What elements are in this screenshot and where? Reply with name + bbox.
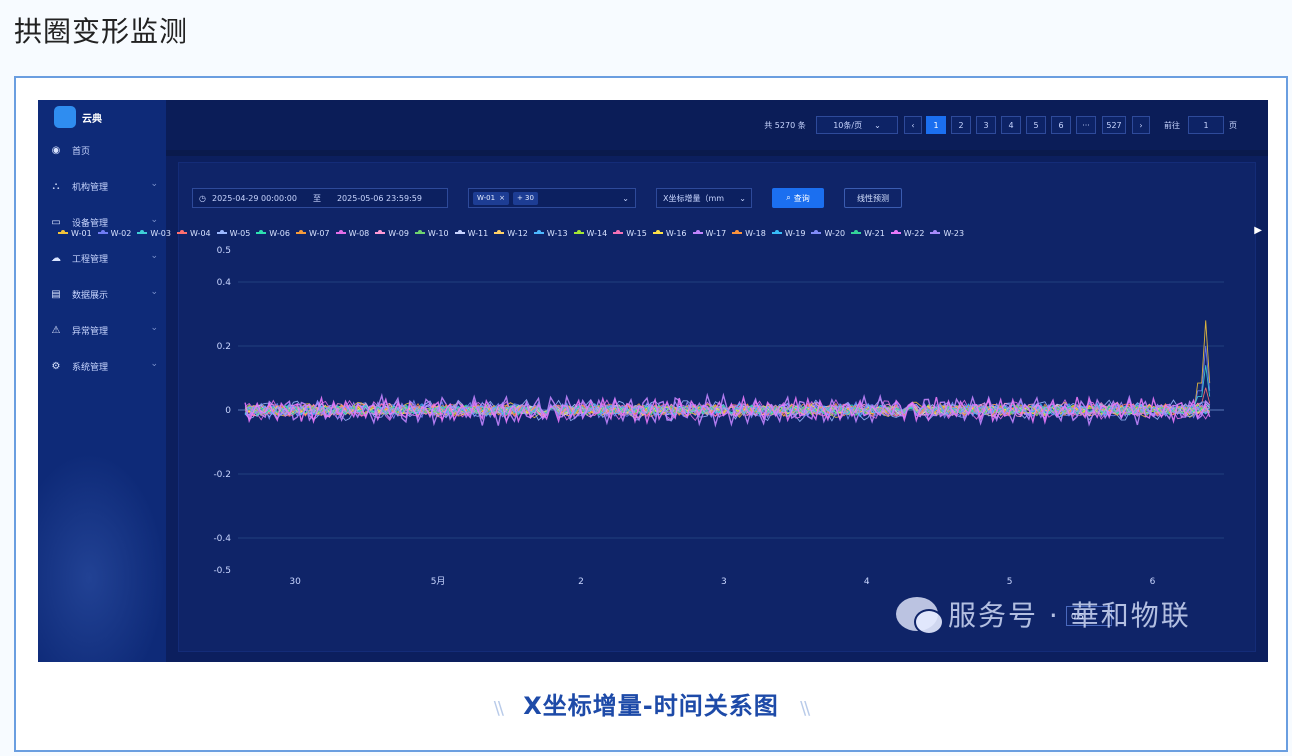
x-tick-label: 6: [1150, 577, 1156, 587]
article-title: 拱圈变形监测: [14, 15, 189, 48]
figure-frame: 云典 ◉ 首页 ⛬ 机构管理 ⌄ ▭ 设备管理 ⌄ ☁ 工程管理 ⌄ ▤ 数据展…: [14, 76, 1288, 752]
caption-decor-left: \\: [493, 698, 504, 719]
x-tick-label: 3: [721, 577, 727, 587]
wechat-icon: [896, 597, 944, 635]
y-tick-label: -0.5: [213, 566, 231, 576]
caption-text: X坐标增量-时间关系图: [523, 692, 779, 720]
x-tick-label: 30: [289, 577, 301, 587]
app-screenshot: 云典 ◉ 首页 ⛬ 机构管理 ⌄ ▭ 设备管理 ⌄ ☁ 工程管理 ⌄ ▤ 数据展…: [38, 100, 1268, 662]
y-tick-label: -0.2: [213, 470, 231, 480]
y-tick-label: -0.4: [213, 534, 231, 544]
figure-caption: \\ X坐标增量-时间关系图 \\: [16, 686, 1286, 721]
y-tick-label: 0: [225, 406, 231, 416]
watermark-text: 服务号 · 華和物联: [948, 599, 1191, 632]
caption-decor-right: \\: [800, 698, 810, 719]
x-tick-label: 2: [578, 577, 584, 587]
y-tick-label: 0.4: [217, 278, 232, 288]
y-tick-label: 0.5: [217, 246, 231, 256]
x-tick-label: 4: [864, 577, 870, 587]
watermark: 服务号 · 華和物联: [896, 594, 1191, 635]
x-tick-label: 5月: [431, 576, 446, 587]
x-tick-label: 5: [1007, 577, 1013, 587]
y-tick-label: 0.2: [217, 342, 231, 352]
line-chart: 0.5 0.4 0.2 0 -0.2 -0.4 -0.5 30 5月 2 3 4 5 6: [213, 246, 1224, 587]
